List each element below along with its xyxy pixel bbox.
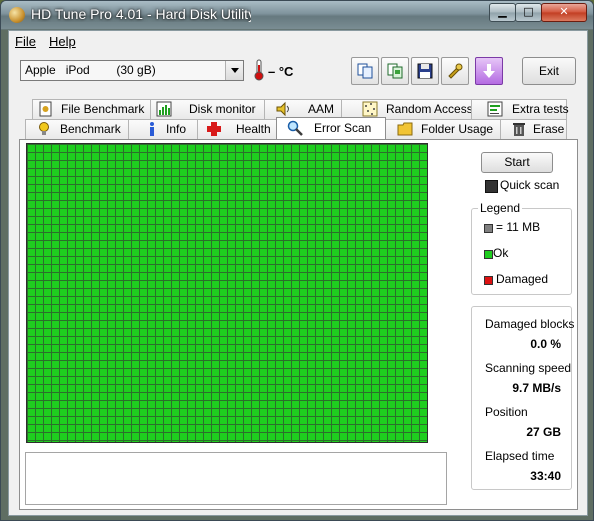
app-icon [9, 7, 25, 23]
copy-icon [357, 63, 373, 79]
menu-help[interactable]: Help [49, 34, 76, 49]
menu-bar: File Help [9, 31, 587, 53]
save-button[interactable] [411, 57, 439, 85]
ok-swatch [484, 250, 493, 259]
copy-screenshot-icon [387, 63, 403, 79]
copy-info-button[interactable] [351, 57, 379, 85]
toolbar: Apple iPod (30 gB) – °C Exit [9, 54, 587, 92]
damaged-blocks-label: Damaged blocks [485, 317, 575, 331]
damaged-swatch [484, 276, 493, 285]
tab-folder-usage[interactable]: Folder Usage [384, 119, 502, 139]
error-scan-panel: Start Quick scan Legend = 11 MB Ok Damag… [19, 139, 578, 510]
minimize-button[interactable]: ▁ [489, 3, 516, 22]
drive-select[interactable]: Apple iPod (30 gB) [20, 60, 244, 81]
tab-aam[interactable]: AAM [264, 99, 343, 119]
chevron-down-icon[interactable] [225, 61, 243, 80]
client-area: File Help Apple iPod (30 gB) – °C Exit F… [8, 30, 588, 516]
menu-help-label: Help [49, 34, 76, 49]
legend-ok: Ok [493, 246, 509, 260]
benchmark-file-icon [39, 101, 52, 117]
tab-disk-monitor[interactable]: Disk monitor [150, 99, 266, 119]
tab-extra-tests[interactable]: Extra tests [471, 99, 569, 119]
start-button[interactable]: Start [481, 152, 553, 173]
scan-block-map [26, 143, 428, 443]
tab-label: Random Access [386, 102, 473, 116]
quick-scan-label[interactable]: Quick scan [500, 178, 559, 192]
window-title: HD Tune Pro 4.01 - Hard Disk Utility [31, 6, 251, 22]
scan-statistics: Damaged blocks 0.0 % Scanning speed 9.7 … [471, 306, 575, 490]
folder-icon [397, 122, 413, 136]
app-window: HD Tune Pro 4.01 - Hard Disk Utility ▁ □… [0, 0, 594, 521]
random-access-icon [362, 101, 378, 117]
tab-benchmark[interactable]: Benchmark [25, 119, 130, 139]
exit-button[interactable]: Exit [522, 57, 576, 85]
close-button[interactable]: ✕ [541, 3, 587, 22]
trash-icon [513, 123, 525, 136]
maximize-button[interactable]: □ [515, 3, 542, 22]
bulb-icon [39, 122, 49, 135]
options-button[interactable] [441, 57, 469, 85]
copy-screenshot-button[interactable] [381, 57, 409, 85]
health-cross-icon [207, 122, 221, 136]
legend-damaged: Damaged [496, 272, 549, 286]
position-label: Position [485, 405, 528, 419]
extra-tests-icon [487, 101, 503, 117]
magnifier-icon [287, 120, 303, 136]
elapsed-time-label: Elapsed time [485, 449, 555, 463]
tab-file-benchmark[interactable]: File Benchmark [32, 99, 152, 119]
title-bar[interactable]: HD Tune Pro 4.01 - Hard Disk Utility ▁ □… [1, 1, 593, 29]
tab-label: Info [166, 122, 187, 136]
tools-icon [448, 63, 463, 79]
scanning-speed-label: Scanning speed [485, 361, 572, 375]
tab-random-access[interactable]: Random Access [341, 99, 473, 119]
scanning-speed-value: 9.7 MB/s [512, 381, 561, 395]
elapsed-time-value: 33:40 [530, 469, 561, 483]
legend-title: Legend [478, 201, 523, 215]
tab-erase[interactable]: Erase [500, 119, 567, 139]
tab-info[interactable]: Info [128, 119, 199, 139]
menu-file-label: File [15, 34, 36, 49]
menu-file[interactable]: File [15, 34, 36, 49]
tab-label: Erase [533, 122, 565, 136]
tab-label: Folder Usage [421, 122, 494, 136]
tab-error-scan[interactable]: Error Scan [276, 117, 386, 139]
legend-block-size: = 11 MB [496, 220, 541, 234]
speaker-icon [276, 101, 289, 117]
arrow-down-icon [483, 64, 495, 78]
tab-label: Health [236, 122, 271, 136]
tab-label: Benchmark [60, 122, 121, 136]
temperature-readout: – °C [268, 64, 294, 79]
tab-label: Extra tests [512, 102, 569, 116]
tab-label: File Benchmark [61, 102, 145, 116]
damaged-blocks-value: 0.0 % [530, 337, 561, 351]
legend-group: Legend = 11 MB Ok Damaged [471, 201, 572, 295]
thermometer-icon [254, 59, 264, 81]
floppy-disk-icon [417, 63, 433, 79]
drive-select-value: Apple iPod (30 gB) [25, 63, 156, 77]
block-size-swatch [484, 224, 493, 233]
disk-monitor-icon [156, 101, 172, 117]
info-icon [150, 122, 154, 136]
tab-label: Disk monitor [189, 102, 256, 116]
position-value: 27 GB [526, 425, 561, 439]
tab-label: AAM [308, 102, 335, 116]
download-button[interactable] [475, 57, 503, 85]
quick-scan-checkbox[interactable] [485, 180, 498, 193]
tab-health[interactable]: Health [197, 119, 278, 139]
tab-label: Error Scan [314, 121, 372, 135]
scan-log-area[interactable] [25, 452, 447, 505]
